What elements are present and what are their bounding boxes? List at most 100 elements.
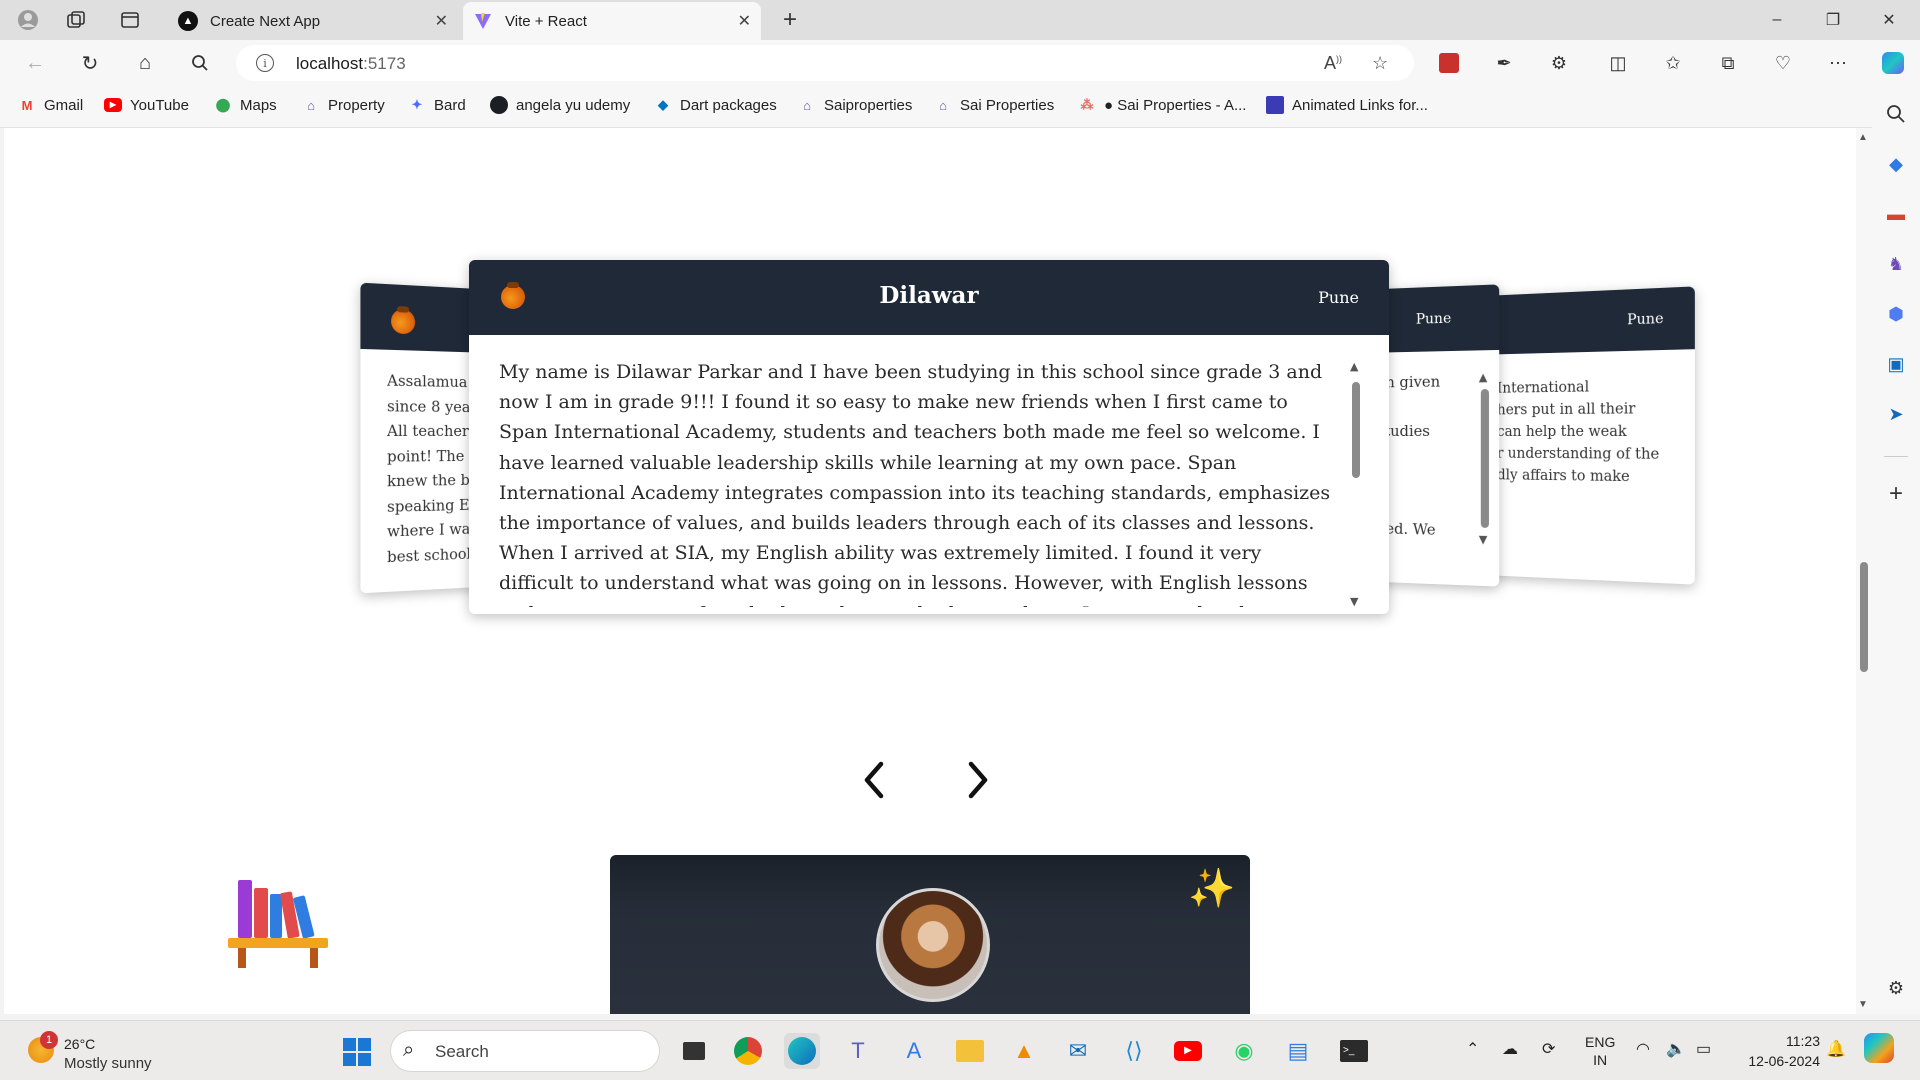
outlook-icon[interactable]: ▣ [1884,352,1908,376]
shopping-icon[interactable]: ◆ [1884,152,1908,176]
taskbar-search[interactable]: ⌕ Search [390,1030,660,1072]
search-icon: ⌕ [403,1039,415,1061]
youtube-icon: ▶ [104,96,122,114]
prev-arrow-icon[interactable] [854,760,894,800]
tab-actions-icon[interactable] [118,8,142,32]
minimize-icon[interactable]: – [1754,6,1800,34]
games-icon[interactable]: ♞ [1884,252,1908,276]
tab-create-next-app[interactable]: ▲ Create Next App ✕ [168,2,458,40]
scroll-up-icon[interactable]: ▲ [1350,360,1358,373]
refresh-icon[interactable]: ↻ [77,50,103,76]
card-scrollbar[interactable]: ▲ ▼ [1478,371,1492,547]
scroll-down-icon[interactable]: ▼ [1479,533,1488,546]
whatsapp-icon[interactable]: ◉ [1226,1033,1262,1069]
drop-icon[interactable]: ➤ [1884,402,1908,426]
file-explorer-icon[interactable] [952,1033,988,1069]
color-picker-icon[interactable]: ✒ [1491,50,1517,76]
browser-essentials-icon[interactable]: ♡ [1770,50,1796,76]
scroll-up-icon[interactable]: ▲ [1479,371,1488,384]
collections-icon[interactable]: ⧉ [1715,50,1741,76]
new-tab-button[interactable]: + [776,6,804,34]
tab-vite-react[interactable]: Vite + React ✕ [463,2,761,40]
web-page: Assalamua since 8 year All teachers poin… [4,128,1856,1014]
notifications-bell-icon[interactable]: 🔔 [1826,1039,1846,1059]
workspaces-icon[interactable] [64,8,88,32]
bookmark-bard[interactable]: ✦ Bard [408,96,466,114]
vlc-icon[interactable]: ▲ [1006,1033,1042,1069]
address-url[interactable]: localhost:5173 [296,54,406,74]
notepad-icon[interactable]: ▤ [1280,1033,1316,1069]
windows-taskbar: 1 26°C Mostly sunny ⌕ Search T A ▲ ✉ ⟨⟩ … [0,1020,1920,1080]
testimonial-card-active[interactable]: Dilawar Pune My name is Dilawar Parkar a… [469,260,1389,614]
teams-icon[interactable]: T [840,1033,876,1069]
bookmark-angela-yu-udemy[interactable]: angela yu udemy [490,96,630,114]
bookmark-saiproperties[interactable]: ⌂ Saiproperties [798,96,912,114]
github-icon [490,96,508,114]
mail-icon[interactable]: ✉ [1060,1033,1096,1069]
copilot-icon[interactable] [1880,50,1906,76]
card-city: Pune [1318,288,1359,307]
close-window-icon[interactable]: ✕ [1866,6,1912,34]
extensions-icon[interactable]: ⚙ [1546,50,1572,76]
bookmark-animated-links[interactable]: Animated Links for... [1266,96,1428,114]
scroll-down-icon[interactable]: ▼ [1858,999,1868,1010]
microsoft-365-icon[interactable]: ⬢ [1884,302,1908,326]
site-info-icon[interactable]: i [256,54,274,72]
split-screen-icon[interactable]: ◫ [1605,50,1631,76]
card-name: Dilawar [879,282,979,309]
vscode-icon[interactable]: ⟨⟩ [1116,1033,1152,1069]
scroll-up-icon[interactable]: ▲ [1858,132,1868,143]
card-text: My name is Dilawar Parkar and I have bee… [499,361,1331,607]
onedrive-icon[interactable]: ☁ [1502,1039,1518,1059]
sidebar-settings-icon[interactable]: ⚙ [1884,976,1908,1000]
clock[interactable]: 11:23 12-06-2024 [1740,1031,1820,1071]
copilot-taskbar-icon[interactable] [1864,1033,1894,1063]
bookmark-gmail[interactable]: M Gmail [18,96,84,114]
profile-icon[interactable] [16,8,40,32]
bookmark-youtube[interactable]: ▶ YouTube [104,96,189,114]
property-icon: ⌂ [307,97,315,113]
extension-red-icon[interactable] [1436,50,1462,76]
bookmark-maps[interactable]: ⬤ Maps [214,96,277,114]
sidebar-divider [1884,456,1908,457]
restore-icon[interactable]: ❐ [1810,6,1856,34]
address-bar[interactable]: i localhost:5173 A)) ☆ [236,45,1414,81]
start-button[interactable] [343,1038,371,1066]
language-indicator[interactable]: ENG IN [1585,1033,1615,1069]
more-options-icon[interactable]: ⋯ [1825,50,1851,76]
volume-icon[interactable]: 🔈 [1666,1039,1686,1059]
show-hidden-icons[interactable]: ⌃ [1466,1039,1479,1059]
bookmark-sai-properties[interactable]: ⌂ Sai Properties [934,96,1054,114]
add-sidebar-app-icon[interactable]: + [1884,480,1908,507]
bookmark-property[interactable]: ⌂ Property [302,96,385,114]
battery-icon[interactable]: ▭ [1696,1039,1711,1059]
sync-icon[interactable]: ⟳ [1542,1039,1555,1059]
bookmark-dart-packages[interactable]: ◆ Dart packages [654,96,777,114]
next-arrow-icon[interactable] [958,760,998,800]
close-tab-icon[interactable]: ✕ [738,11,751,31]
scroll-thumb[interactable] [1860,562,1868,672]
bookmark-sai-properties-asana[interactable]: ⁂ ● Sai Properties - A... [1078,96,1247,114]
back-icon[interactable]: ← [22,50,48,76]
close-tab-icon[interactable]: ✕ [435,11,448,31]
scroll-thumb[interactable] [1352,382,1360,478]
app-store-icon[interactable]: A [896,1033,932,1069]
scroll-down-icon[interactable]: ▼ [1350,595,1358,608]
home-icon[interactable]: ⌂ [132,50,158,76]
search-icon[interactable] [187,50,213,76]
tools-icon[interactable]: ▬ [1884,202,1908,226]
chrome-icon[interactable] [730,1033,766,1069]
youtube-app-icon[interactable]: ▶ [1170,1033,1206,1069]
terminal-icon[interactable]: >_ [1336,1033,1372,1069]
wifi-icon[interactable]: ◠ [1636,1039,1650,1059]
card-scrollbar[interactable]: ▲ ▼ [1349,360,1363,608]
favorite-star-icon[interactable]: ☆ [1372,53,1388,74]
text-line: hers put in all their [1497,401,1636,419]
read-aloud-icon[interactable]: A)) [1324,53,1342,74]
sidebar-search-icon[interactable] [1884,102,1908,126]
favorites-icon[interactable]: ✩ [1660,50,1686,76]
task-view-icon[interactable] [676,1033,712,1069]
page-scrollbar[interactable]: ▲ ▼ [1856,128,1872,1014]
edge-icon[interactable] [784,1033,820,1069]
scroll-thumb[interactable] [1480,389,1489,528]
